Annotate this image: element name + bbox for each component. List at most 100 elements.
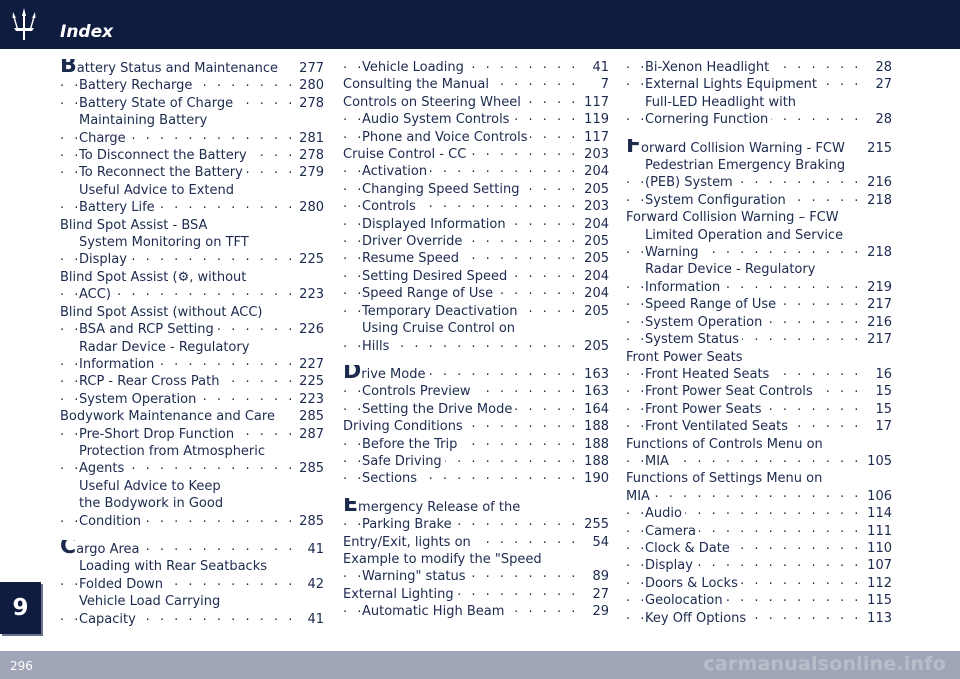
index-entry: Cornering Function. . . . . . . . . . . …: [626, 109, 892, 129]
index-entry-page: 114: [864, 505, 892, 523]
index-entry-text: System Status: [645, 332, 743, 348]
index-entry-text: Phone and Voice Controls: [362, 129, 531, 145]
index-entry-text: the Bodywork in Good: [79, 496, 227, 512]
index-entry-page: 255: [581, 516, 609, 534]
index-entry-text: Geolocation: [645, 593, 726, 609]
index-entry-text: Activation: [362, 164, 431, 180]
index-entry-page: 117: [581, 93, 609, 112]
index-entry-text: BSA and RCP Setting: [79, 322, 217, 338]
index-entry-text: Audio: [645, 506, 685, 522]
index-entry-text: Blind Spot Assist (⚙, without: [60, 269, 250, 285]
index-entry-text: Blind Spot Assist - BSA: [60, 217, 211, 233]
index-entry-page: 205: [581, 233, 609, 251]
index-entry-page: 203: [581, 198, 609, 216]
index-entry-text: Battery Status and Maintenance: [60, 59, 281, 77]
index-entry-text: Battery State of Charge: [79, 95, 237, 111]
index-entry-page: 280: [296, 77, 324, 95]
index-entry: BSA and RCP Setting. . . . . . . . . . .…: [60, 319, 324, 339]
index-column-3: Bi-Xenon Headlight. . . . . . . . . . . …: [626, 57, 892, 627]
index-entry-text: Clock & Date: [645, 540, 733, 556]
index-entry-text: Blind Spot Assist (without ACC): [60, 304, 266, 320]
index-entry-text: Display: [79, 252, 130, 268]
index-entry-text: Forward Collision Warning – FCW: [626, 210, 842, 226]
index-entry-page: 110: [864, 539, 892, 558]
index-entry-page: 111: [864, 522, 892, 540]
index-entry-text: Functions of Settings Menu on: [626, 471, 826, 487]
index-entry-page: 28: [872, 59, 892, 77]
index-entry-text: System Configuration: [645, 192, 789, 208]
index-entry-page: 204: [581, 215, 609, 234]
index-column-1: Battery Status and Maintenance 277 Battery…: [60, 59, 324, 628]
index-entry-page: 204: [581, 285, 609, 303]
index-entry-page: 281: [296, 129, 324, 148]
index-entry-text: Front Power Seats: [645, 401, 765, 417]
page-number: 296: [10, 659, 33, 673]
index-entry-text: Setting the Drive Mode: [362, 401, 516, 417]
index-entry-text: External Lights Equipment: [645, 77, 820, 93]
index-entry-text: Front Power Seat Controls: [645, 384, 816, 400]
index-entry-page: 105: [864, 452, 892, 471]
index-entry-text: Front Heated Seats: [645, 366, 773, 382]
index-entry-page: 54: [589, 533, 609, 551]
index-entry-text: Vehicle Loading: [362, 60, 467, 75]
index-entry-text: (PEB) System: [645, 175, 736, 191]
index-entry-text: Speed Range of Use: [645, 297, 780, 313]
index-entry: Battery Life. . . . . . . . . . . . . . …: [60, 197, 324, 217]
index-entry-page: 285: [296, 512, 324, 530]
index-entry: Automatic High Beam. . . . . . . . . . .…: [343, 601, 609, 621]
index-entry-page: 218: [864, 191, 892, 210]
index-entry-page: 15: [872, 383, 892, 401]
index-entry: Entry/Exit, lights on. . . . . . . . . .…: [343, 531, 609, 551]
index-entry-page: 226: [296, 321, 324, 339]
index-entry-page: 218: [864, 244, 892, 262]
index-entry-text: Functions of Controls Menu on: [626, 436, 826, 452]
index-entry-page: 163: [581, 365, 609, 384]
index-entry: Blind Spot Assist - BSA: [60, 217, 324, 234]
index-entry-text: Bi-Xenon Headlight: [645, 60, 773, 75]
index-entry-page: 28: [872, 111, 892, 129]
index-entry-text: Useful Advice to Extend: [79, 182, 238, 198]
index-entry-page: 280: [296, 199, 324, 217]
index-entry-page: 190: [581, 470, 609, 488]
index-entry: Key Off Options. . . . . . . . . . . . .…: [626, 607, 892, 627]
index-entry-text: System Monitoring on TFT: [79, 235, 252, 251]
index-entry-text: Cruise Control - CC: [343, 147, 470, 163]
index-entry-text: Full-LED Headlight with: [645, 94, 800, 110]
index-entry-page: 203: [581, 146, 609, 164]
index-entry-page: 205: [581, 302, 609, 321]
index-entry: Warning. . . . . . . . . . . . . . . . .…: [626, 242, 892, 262]
index-entry-page: 279: [296, 164, 324, 182]
index-entry-page: 205: [581, 180, 609, 199]
index-entry-text: Maintaining Battery: [79, 113, 211, 129]
index-entry-page: 223: [296, 286, 324, 304]
index-entry-page: 278: [296, 147, 324, 165]
index-entry-text: Front Ventilated Seats: [645, 419, 791, 435]
watermark: carmanualsonline.info: [703, 653, 946, 675]
index-entry-text: Sections: [362, 471, 421, 487]
index-entry-text: Charge: [79, 130, 129, 146]
index-entry-page: 7: [597, 76, 609, 94]
index-entry-page: 15: [872, 400, 892, 419]
index-entry-text: Hills: [362, 338, 393, 354]
index-entry-text: Radar Device - Regulatory: [79, 339, 253, 355]
index-entry-text: Battery Life: [79, 200, 158, 216]
index-entry-page: 188: [581, 435, 609, 453]
index-entry-page: 113: [864, 609, 892, 627]
index-entry-page: 205: [581, 337, 609, 355]
index-entry-text: RCP - Rear Cross Path: [79, 374, 223, 390]
index-entry-page: 225: [296, 251, 324, 269]
index-entry-page: 217: [864, 296, 892, 314]
index-entry: Condition. . . . . . . . . . . . . . . .…: [60, 510, 324, 530]
index-entry: Battery State of Charge. . . . . . . . .…: [60, 92, 324, 113]
index-entry-page: 16: [872, 365, 892, 384]
index-entry-page: 17: [872, 418, 892, 436]
index-entry-page: 215: [864, 139, 892, 158]
index-entry-text: Radar Device - Regulatory: [645, 262, 819, 278]
index-entry-text: Automatic High Beam: [362, 604, 508, 620]
index-entry-text: Doors & Locks: [645, 575, 741, 591]
index-entry-text: Changing Speed Setting: [362, 181, 523, 197]
index-entry-text: Folded Down: [79, 576, 167, 592]
index-entry-text: Driver Override: [362, 234, 466, 250]
index-entry-page: 205: [581, 250, 609, 268]
index-entry: Agents. . . . . . . . . . . . . . . . . …: [60, 458, 324, 478]
